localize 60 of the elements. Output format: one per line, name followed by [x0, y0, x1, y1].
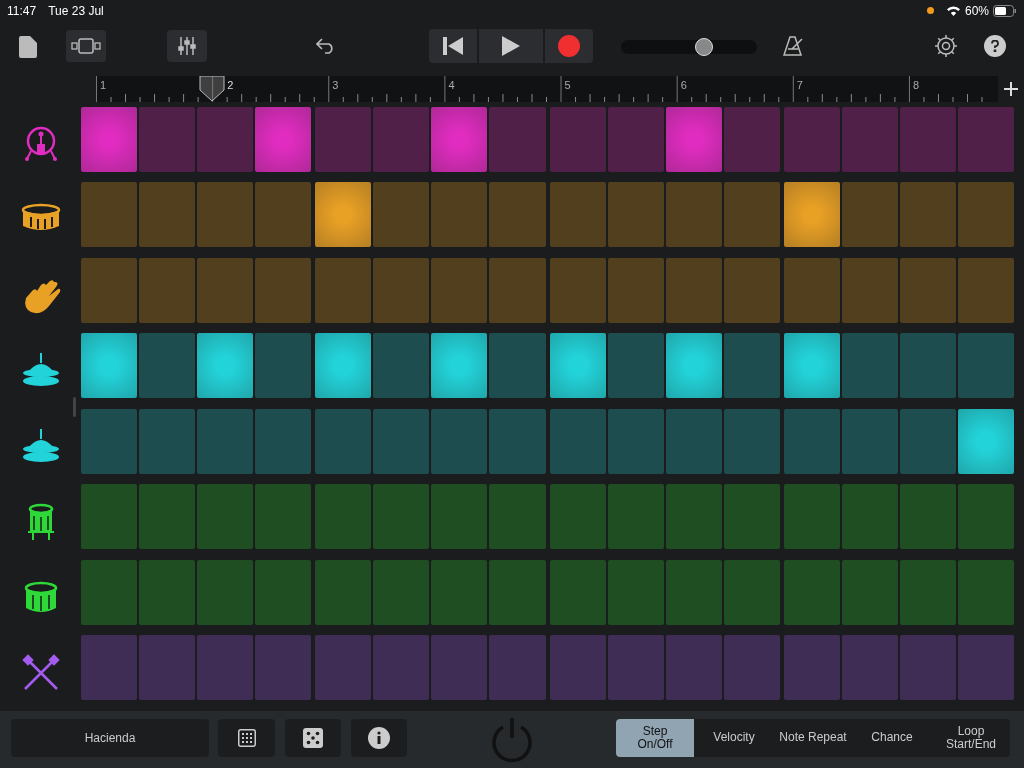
bar-number: 6: [680, 77, 687, 93]
skip-back-icon: [443, 36, 463, 55]
playhead-marker-icon[interactable]: [199, 75, 226, 102]
bar-number: 2: [227, 77, 234, 93]
step-pad[interactable]: [783, 333, 840, 399]
step-pad[interactable]: [665, 106, 722, 172]
battery-icon: [993, 4, 1017, 17]
rewind-button[interactable]: [429, 28, 477, 63]
step-pad[interactable]: [783, 182, 840, 248]
step-pad[interactable]: [81, 333, 138, 399]
bar-number: 4: [448, 77, 455, 93]
info-button[interactable]: [351, 718, 407, 757]
resize-handle[interactable]: [73, 396, 76, 417]
grid-button[interactable]: [218, 718, 275, 757]
settings-button[interactable]: [933, 32, 959, 59]
step-pad[interactable]: [197, 333, 254, 399]
tempo-slider-thumb[interactable]: [694, 37, 713, 56]
step-pad[interactable]: [549, 333, 606, 399]
settings-icon: [934, 33, 958, 58]
info-icon: [368, 726, 390, 749]
document-button[interactable]: [16, 33, 40, 60]
play-icon: [502, 35, 520, 56]
metronome-button[interactable]: [782, 33, 806, 58]
wifi-icon: [945, 5, 961, 17]
pattern-name-button[interactable]: Hacienda: [11, 718, 209, 757]
step-pad[interactable]: [665, 333, 722, 399]
status-date: Tue 23 Jul: [48, 2, 104, 20]
bar-number: 3: [332, 77, 339, 93]
record-icon: [558, 34, 580, 57]
play-button[interactable]: [479, 28, 543, 63]
dice-icon: [303, 727, 323, 748]
tempo-slider-track[interactable]: [621, 39, 757, 54]
grid-icon: [237, 728, 256, 747]
step-pad[interactable]: [431, 333, 488, 399]
bar-number: 7: [796, 77, 803, 93]
step-pad[interactable]: [255, 106, 312, 172]
bar-number: 8: [912, 77, 920, 93]
metronome-icon: [783, 35, 805, 56]
step-pad[interactable]: [315, 333, 372, 399]
plus-icon: [1004, 81, 1018, 96]
timeline-ruler[interactable]: 1 2 3 4 5 6 7 8: [96, 75, 998, 102]
mixer-icon: [177, 35, 197, 56]
mixer-button[interactable]: [167, 29, 207, 62]
help-button[interactable]: [984, 34, 1006, 57]
document-icon: [19, 35, 37, 58]
view-toggle-button[interactable]: [66, 29, 106, 62]
help-icon: [991, 39, 999, 52]
view-icon: [71, 37, 101, 54]
step-pad[interactable]: [315, 182, 372, 248]
bar-number: 5: [564, 77, 571, 93]
undo-icon: [316, 37, 336, 54]
step-pad[interactable]: [81, 106, 138, 172]
bar-number: 1: [100, 77, 107, 93]
step-pad[interactable]: [957, 408, 1014, 474]
status-time: 11:47: [7, 2, 37, 20]
randomize-button[interactable]: [285, 718, 341, 757]
step-pad[interactable]: [431, 106, 488, 172]
record-button[interactable]: [545, 28, 593, 63]
mode-tab[interactable]: Step On/Off: [616, 718, 694, 757]
battery-percentage: 60%: [964, 2, 989, 20]
